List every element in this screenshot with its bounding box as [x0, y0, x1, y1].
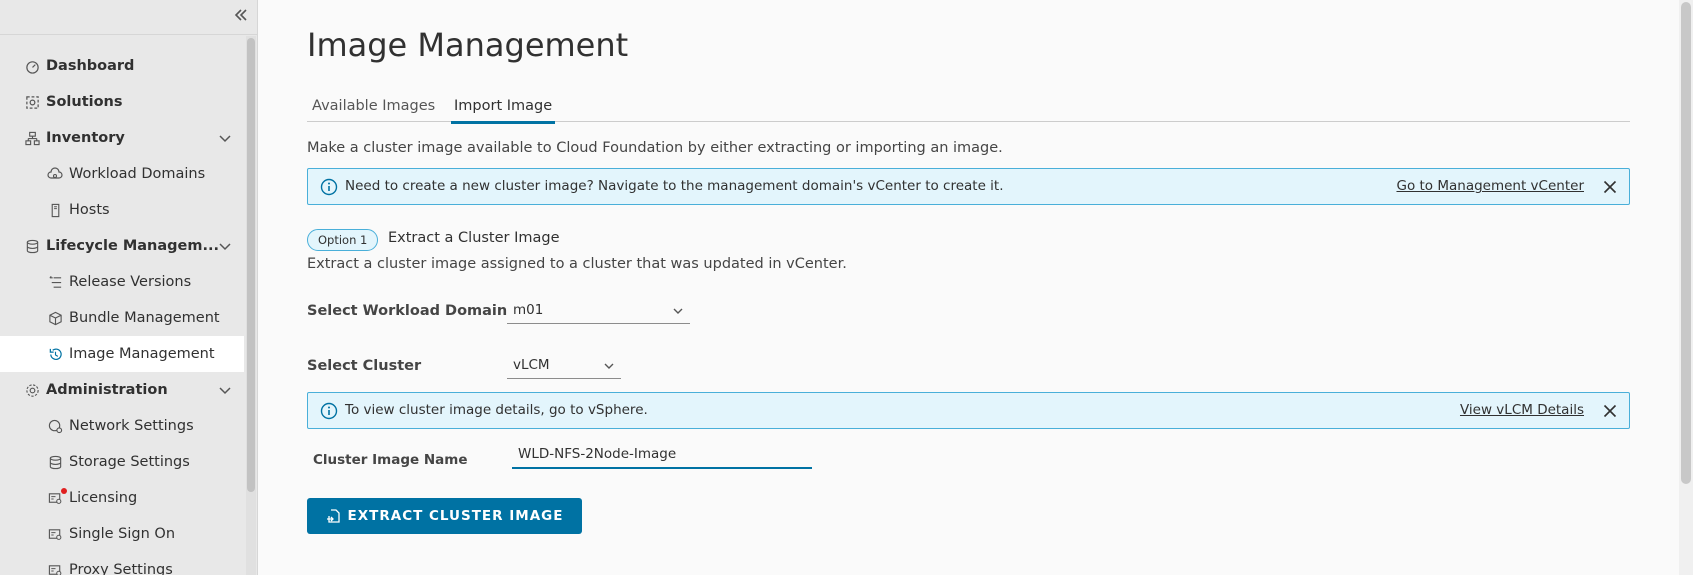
inventory-icon: [24, 130, 40, 146]
bundle-icon: [47, 310, 63, 326]
info-icon: [320, 402, 338, 420]
chevron-down-icon: [672, 305, 684, 317]
sidebar-nav: Dashboard Solutions Inventory Workload D…: [0, 48, 244, 575]
sidebar-item-label: Administration: [46, 382, 168, 398]
network-icon: [47, 418, 63, 434]
workload-domain-label: Select Workload Domain: [307, 303, 508, 319]
sidebar-item-label: Inventory: [46, 130, 125, 146]
notification-dot: [61, 488, 67, 494]
page-description: Make a cluster image available to Cloud …: [307, 140, 1003, 156]
sidebar-item-label: Solutions: [46, 94, 123, 110]
main-content: Image Management Available Images Import…: [258, 0, 1678, 575]
release-versions-icon: [47, 274, 63, 290]
sidebar-item-image-management[interactable]: Image Management: [0, 336, 244, 372]
dashboard-icon: [24, 58, 40, 74]
sidebar-item-bundle-management[interactable]: Bundle Management: [0, 300, 244, 336]
chevron-down-icon[interactable]: [218, 383, 232, 397]
sidebar-item-dashboard[interactable]: Dashboard: [0, 48, 244, 84]
workload-domain-select[interactable]: m01: [507, 298, 690, 324]
option-badge: Option 1: [307, 229, 379, 251]
cluster-label: Select Cluster: [307, 358, 422, 374]
tab-import-image[interactable]: Import Image: [450, 98, 556, 124]
chevron-down-icon[interactable]: [218, 131, 232, 145]
info-alert-view-details: To view cluster image details, go to vSp…: [307, 392, 1630, 429]
hosts-icon: [47, 202, 63, 218]
sidebar-item-label: Workload Domains: [69, 166, 206, 182]
sidebar-item-label: Bundle Management: [69, 310, 220, 326]
view-vlcm-details-link[interactable]: View vLCM Details: [1460, 402, 1584, 418]
cluster-select[interactable]: vLCM: [507, 353, 621, 379]
sidebar-item-label: Dashboard: [46, 58, 135, 74]
sidebar-item-label: Image Management: [69, 346, 215, 362]
sidebar-item-label: Release Versions: [69, 274, 192, 290]
extract-button-label: EXTRACT CLUSTER IMAGE: [347, 508, 564, 524]
sidebar-item-workload-domains[interactable]: Workload Domains: [0, 156, 244, 192]
main-scrollbar-thumb[interactable]: [1681, 2, 1691, 484]
collapse-sidebar-icon[interactable]: [232, 6, 252, 26]
sidebar-item-release-versions[interactable]: Release Versions: [0, 264, 244, 300]
sidebar-item-hosts[interactable]: Hosts: [0, 192, 244, 228]
cluster-value: vLCM: [513, 357, 550, 373]
page-title: Image Management: [307, 26, 629, 64]
option-description: Extract a cluster image assigned to a cl…: [307, 256, 847, 272]
sidebar-scrollbar-thumb[interactable]: [247, 38, 255, 492]
solutions-icon: [24, 94, 40, 110]
option-title: Extract a Cluster Image: [388, 230, 560, 246]
sidebar-item-label: Proxy Settings: [69, 562, 173, 575]
chevron-down-icon[interactable]: [218, 239, 232, 253]
lifecycle-icon: [24, 238, 40, 254]
sidebar-item-inventory[interactable]: Inventory: [0, 120, 244, 156]
image-name-label: Cluster Image Name: [313, 452, 468, 468]
sidebar-item-label: Licensing: [69, 490, 138, 506]
sidebar-item-solutions[interactable]: Solutions: [0, 84, 244, 120]
sso-icon: [47, 526, 63, 542]
sidebar-item-label: Network Settings: [69, 418, 194, 434]
sidebar-item-single-sign-on[interactable]: Single Sign On: [0, 516, 244, 552]
sidebar-item-label: Storage Settings: [69, 454, 190, 470]
workload-domains-icon: [47, 166, 63, 182]
go-to-management-vcenter-link[interactable]: Go to Management vCenter: [1396, 178, 1584, 194]
alert-text: To view cluster image details, go to vSp…: [345, 402, 648, 418]
info-icon: [320, 178, 338, 196]
administration-icon: [24, 382, 40, 398]
workload-domain-value: m01: [513, 302, 544, 318]
image-management-icon: [47, 346, 63, 362]
storage-icon: [47, 454, 63, 470]
extract-cluster-image-button[interactable]: EXTRACT CLUSTER IMAGE: [307, 498, 582, 534]
cluster-image-name-input[interactable]: [512, 441, 812, 469]
tab-bar: Available Images Import Image: [307, 92, 1630, 124]
chevron-down-icon: [603, 360, 615, 372]
sidebar-item-lifecycle-management[interactable]: Lifecycle Managem...: [0, 228, 244, 264]
sidebar-item-proxy-settings[interactable]: Proxy Settings: [0, 552, 244, 575]
close-icon[interactable]: [1601, 402, 1619, 420]
sidebar-item-label: Single Sign On: [69, 526, 176, 542]
sidebar-divider: [0, 34, 257, 35]
sidebar-item-label: Hosts: [69, 202, 110, 218]
proxy-icon: [47, 562, 63, 575]
sidebar-item-label: Lifecycle Managem...: [46, 238, 220, 254]
sidebar: Dashboard Solutions Inventory Workload D…: [0, 0, 258, 575]
alert-text: Need to create a new cluster image? Navi…: [345, 178, 1004, 194]
sidebar-item-licensing[interactable]: Licensing: [0, 480, 244, 516]
close-icon[interactable]: [1601, 178, 1619, 196]
extract-icon: [326, 508, 342, 524]
sidebar-item-administration[interactable]: Administration: [0, 372, 244, 408]
sidebar-item-storage-settings[interactable]: Storage Settings: [0, 444, 244, 480]
info-alert-create-image: Need to create a new cluster image? Navi…: [307, 168, 1630, 205]
sidebar-item-network-settings[interactable]: Network Settings: [0, 408, 244, 444]
tab-available-images[interactable]: Available Images: [312, 98, 435, 122]
